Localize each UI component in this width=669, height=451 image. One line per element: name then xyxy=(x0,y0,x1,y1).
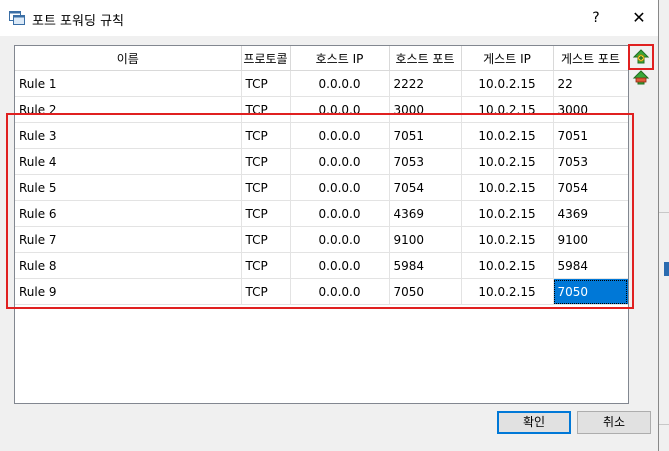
column-header-name[interactable]: 이름 xyxy=(15,46,242,71)
table-row[interactable]: Rule 1 TCP 0.0.0.0 2222 10.0.2.15 22 xyxy=(15,70,628,97)
column-header-guest-ip[interactable]: 게스트 IP xyxy=(461,46,554,71)
background-accent xyxy=(664,262,669,276)
guest-port-cell[interactable]: 22 xyxy=(553,70,628,97)
remove-rule-icon xyxy=(632,70,650,85)
protocol-cell[interactable]: TCP xyxy=(241,70,291,97)
app-window-icon xyxy=(9,11,25,25)
column-header-host-port[interactable]: 호스트 포트 xyxy=(389,46,462,71)
host-port-cell[interactable]: 2222 xyxy=(389,70,462,97)
ok-button[interactable]: 확인 xyxy=(497,411,571,434)
table-header-row: 이름 프로토콜 호스트 IP 호스트 포트 게스트 IP 게스트 포트 xyxy=(15,46,628,71)
cancel-button[interactable]: 취소 xyxy=(577,411,651,434)
help-button[interactable]: ? xyxy=(588,9,604,27)
add-rule-icon xyxy=(632,49,650,64)
background-divider xyxy=(658,424,669,425)
host-ip-cell[interactable]: 0.0.0.0 xyxy=(290,70,390,97)
dialog-title: 포트 포워딩 규칙 xyxy=(32,14,124,29)
rule-name-cell[interactable]: Rule 1 xyxy=(15,70,242,97)
add-rule-button[interactable] xyxy=(631,47,651,67)
background-window xyxy=(658,0,669,451)
column-header-guest-port[interactable]: 게스트 포트 xyxy=(553,46,628,71)
guest-ip-cell[interactable]: 10.0.2.15 xyxy=(461,70,554,97)
column-header-host-ip[interactable]: 호스트 IP xyxy=(290,46,390,71)
close-button[interactable]: ✕ xyxy=(629,8,649,28)
remove-rule-button[interactable] xyxy=(631,68,651,88)
port-forwarding-dialog: 포트 포워딩 규칙 ? ✕ 이름 프로토콜 호스트 IP 호스트 포트 게스트 … xyxy=(0,0,659,451)
title-bar: 포트 포워딩 규칙 ? ✕ xyxy=(0,0,658,36)
rules-highlight-annotation xyxy=(6,113,634,309)
column-header-protocol[interactable]: 프로토콜 xyxy=(241,46,291,71)
background-divider xyxy=(658,212,669,213)
